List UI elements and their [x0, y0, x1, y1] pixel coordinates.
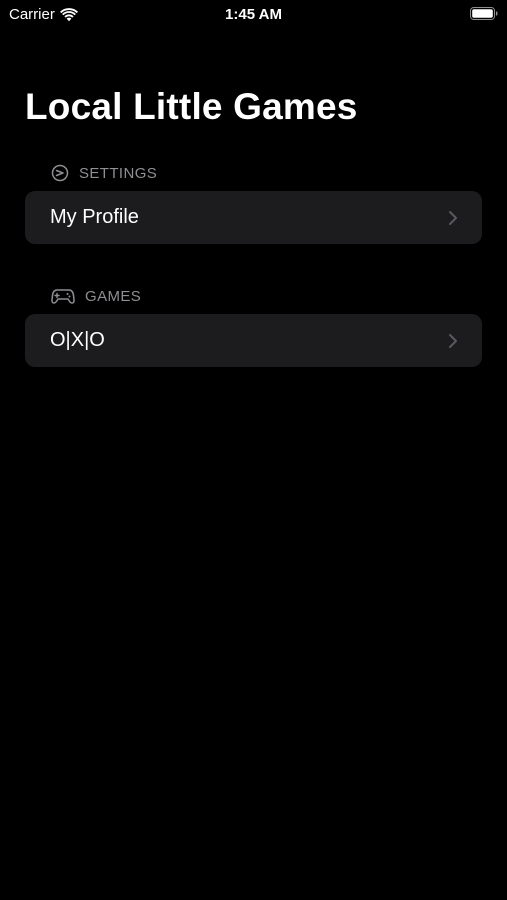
battery-icon: [470, 7, 498, 20]
page-title: Local Little Games: [25, 86, 358, 127]
settings-gauge-icon: [51, 164, 69, 182]
status-time: 1:45 AM: [225, 6, 282, 23]
settings-section-header: SETTINGS: [51, 164, 157, 182]
settings-header-label: SETTINGS: [79, 164, 158, 182]
games-section-header: GAMES: [51, 287, 141, 305]
oxo-game-label: O|X|O: [50, 329, 105, 351]
chevron-right-icon: [449, 210, 457, 225]
chevron-right-icon: [449, 333, 457, 348]
my-profile-label: My Profile: [50, 206, 139, 228]
status-bar: Carrier 1:45 AM: [0, 0, 507, 28]
games-header-label: GAMES: [85, 287, 142, 305]
game-controller-icon: [51, 289, 75, 304]
oxo-game-row[interactable]: O|X|O: [25, 314, 482, 367]
my-profile-row[interactable]: My Profile: [25, 191, 482, 244]
